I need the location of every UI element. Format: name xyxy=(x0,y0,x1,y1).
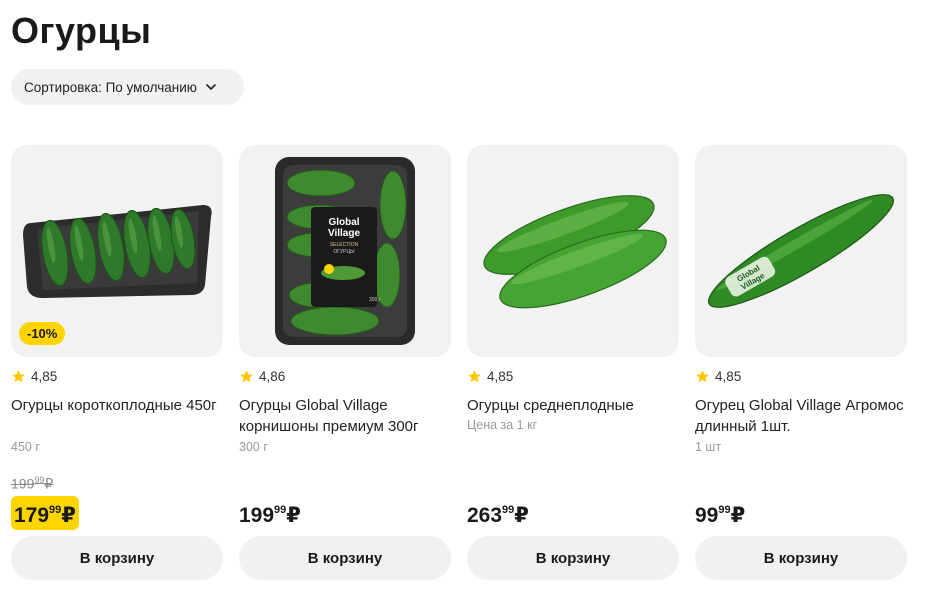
product-card[interactable]: Global Village 4,85 Огурец Global Villag… xyxy=(695,145,907,580)
star-icon xyxy=(240,370,253,383)
product-unit: 1 шт xyxy=(695,440,722,454)
rating-value: 4,86 xyxy=(259,369,286,384)
pack-brand-line-2: Village xyxy=(328,228,360,239)
price: 26399₽ xyxy=(467,496,529,530)
price-kopecks: 99 xyxy=(274,504,287,516)
product-image[interactable]: -10% xyxy=(11,145,223,357)
price-main: 263 xyxy=(467,504,503,527)
price-currency: ₽ xyxy=(61,504,76,527)
rating-value: 4,85 xyxy=(31,369,58,384)
price: 19999₽ xyxy=(239,496,301,530)
price-kopecks: 99 xyxy=(49,504,62,516)
price: 9999₽ xyxy=(695,496,745,530)
product-name[interactable]: Огурцы короткоплодные 450г xyxy=(11,395,223,416)
add-to-cart-button[interactable]: В корзину xyxy=(11,536,223,580)
rating: 4,85 xyxy=(11,369,57,384)
price-main: 179 xyxy=(14,504,50,527)
price: 17999₽ xyxy=(11,496,79,530)
add-to-cart-button[interactable]: В корзину xyxy=(239,536,451,580)
product-unit: 300 г xyxy=(239,440,268,454)
pack-line: SELECTION xyxy=(330,242,359,248)
rating: 4,85 xyxy=(467,369,513,384)
product-image[interactable]: Global Village SELECTION ОГУРЦЫ 300 г xyxy=(239,145,451,357)
price-currency: ₽ xyxy=(730,504,746,527)
add-to-cart-button[interactable]: В корзину xyxy=(467,536,679,580)
product-card[interactable]: 4,85 Огурцы среднеплодные Цена за 1 кг 2… xyxy=(467,145,679,580)
price-currency: ₽ xyxy=(286,504,301,527)
product-image[interactable] xyxy=(467,145,679,357)
product-card[interactable]: -10% 4,85 Огурцы короткоплодные 450г 450… xyxy=(11,145,223,580)
old-price-kopecks: 99 xyxy=(34,475,45,485)
old-price-main: 199 xyxy=(11,475,35,492)
price-kopecks: 99 xyxy=(718,504,731,516)
sort-dropdown[interactable]: Сортировка: По умолчанию xyxy=(11,69,244,105)
pack-product: ОГУРЦЫ xyxy=(333,249,355,255)
old-price: 19999₽ xyxy=(11,475,53,493)
price-currency: ₽ xyxy=(514,504,529,527)
rating-value: 4,85 xyxy=(715,369,742,384)
product-card[interactable]: Global Village SELECTION ОГУРЦЫ 300 г 4,… xyxy=(239,145,451,580)
price-kopecks: 99 xyxy=(502,504,515,516)
star-icon xyxy=(696,370,709,383)
rating: 4,85 xyxy=(695,369,741,384)
star-icon xyxy=(12,370,25,383)
discount-badge: -10% xyxy=(19,322,66,345)
pack-weight: 300 г xyxy=(369,297,381,303)
product-name[interactable]: Огурцы среднеплодные xyxy=(467,395,679,416)
sort-label: Сортировка: По умолчанию xyxy=(24,79,197,95)
add-to-cart-button[interactable]: В корзину xyxy=(695,536,907,580)
product-photo: Global Village xyxy=(707,194,895,308)
product-name[interactable]: Огурцы Global Village корнишоны премиум … xyxy=(239,395,451,437)
rating-value: 4,85 xyxy=(487,369,514,384)
chevron-down-icon xyxy=(206,84,216,90)
price-main: 199 xyxy=(239,504,275,527)
product-image[interactable]: Global Village xyxy=(695,145,907,357)
pack-brand-line-1: Global xyxy=(328,217,359,228)
rating: 4,86 xyxy=(239,369,285,384)
product-name[interactable]: Огурец Global Village Агромос длинный 1ш… xyxy=(695,395,907,437)
product-photo xyxy=(483,195,667,309)
price-main: 99 xyxy=(695,504,719,527)
page-title: Огурцы xyxy=(11,10,152,51)
product-unit: Цена за 1 кг xyxy=(467,418,538,432)
product-unit: 450 г xyxy=(11,440,40,454)
product-photo: Global Village SELECTION ОГУРЦЫ 300 г xyxy=(275,157,415,345)
old-price-currency: ₽ xyxy=(44,475,54,492)
star-icon xyxy=(468,370,481,383)
